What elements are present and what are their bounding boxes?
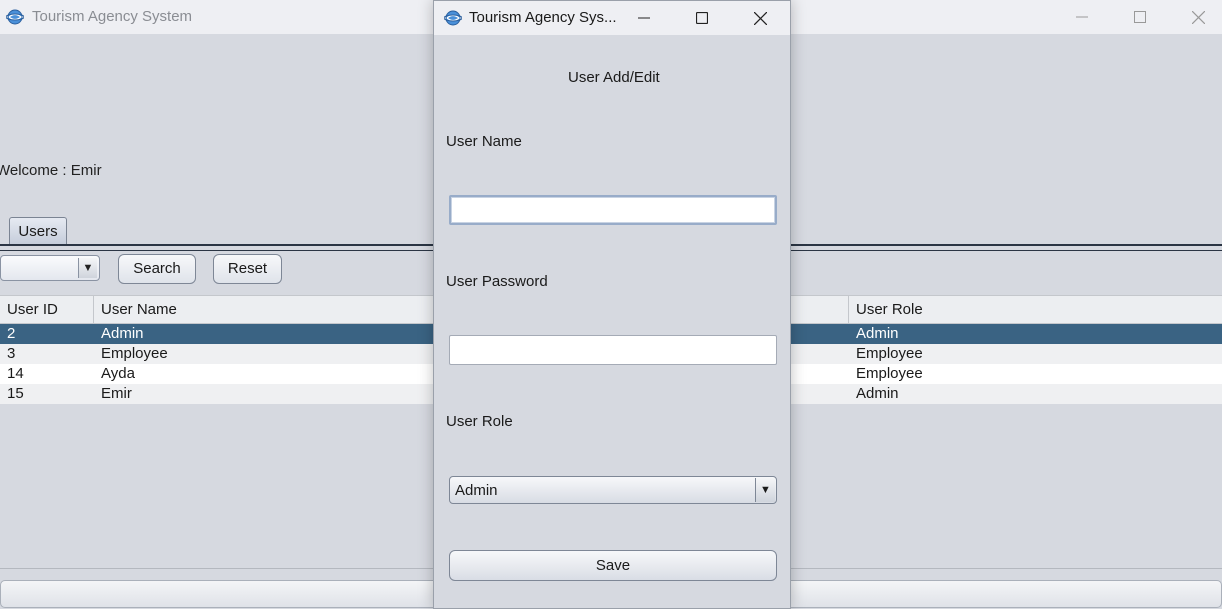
cell-user-name: Employee	[101, 345, 168, 362]
cell-user-id: 14	[7, 365, 24, 382]
welcome-label: Welcome : Emir	[0, 162, 102, 179]
password-label: User Password	[446, 273, 548, 290]
chevron-down-icon: ▼	[755, 478, 775, 502]
close-icon	[753, 11, 767, 25]
tab-users[interactable]: Users	[9, 217, 67, 245]
role-select[interactable]: Admin ▼	[449, 476, 777, 504]
main-window-title: Tourism Agency System	[32, 8, 193, 25]
role-filter-combo[interactable]: ▼	[0, 255, 100, 281]
dialog-title: Tourism Agency Sys...	[469, 9, 617, 26]
maximize-icon	[696, 12, 708, 24]
cell-user-id: 3	[7, 345, 16, 362]
cell-user-id: 2	[7, 325, 16, 342]
user-edit-dialog: Tourism Agency Sys... User Add/Edit User…	[433, 0, 791, 609]
minimize-icon	[638, 17, 650, 19]
close-icon	[1191, 10, 1205, 24]
column-header-user-role[interactable]: User Role	[849, 296, 1222, 323]
dialog-minimize-button[interactable]	[615, 1, 673, 35]
cell-user-name: Ayda	[101, 365, 135, 382]
cell-user-role: Admin	[856, 325, 899, 342]
cell-user-role: Employee	[856, 365, 923, 382]
minimize-icon	[1076, 16, 1088, 18]
maximize-button[interactable]	[1111, 0, 1169, 34]
search-button[interactable]: Search	[118, 254, 196, 284]
dialog-titlebar: Tourism Agency Sys...	[434, 1, 790, 35]
maximize-icon	[1134, 11, 1146, 23]
role-label: User Role	[446, 413, 513, 430]
close-button[interactable]	[1169, 0, 1222, 34]
save-button[interactable]: Save	[449, 550, 777, 581]
globe-icon	[444, 10, 462, 26]
dialog-heading: User Add/Edit	[568, 69, 660, 86]
minimize-button[interactable]	[1053, 0, 1111, 34]
column-header-user-id[interactable]: User ID	[0, 296, 94, 323]
cell-user-name: Admin	[101, 325, 144, 342]
cell-user-name: Emir	[101, 385, 132, 402]
username-label: User Name	[446, 133, 522, 150]
role-select-value: Admin	[455, 482, 498, 499]
cell-user-role: Employee	[856, 345, 923, 362]
globe-icon	[6, 9, 24, 25]
chevron-down-icon: ▼	[78, 258, 97, 278]
reset-button[interactable]: Reset	[213, 254, 282, 284]
cell-user-role: Admin	[856, 385, 899, 402]
password-field[interactable]	[449, 335, 777, 365]
dialog-maximize-button[interactable]	[673, 1, 731, 35]
username-field[interactable]	[449, 195, 777, 225]
cell-user-id: 15	[7, 385, 24, 402]
dialog-close-button[interactable]	[731, 1, 789, 35]
